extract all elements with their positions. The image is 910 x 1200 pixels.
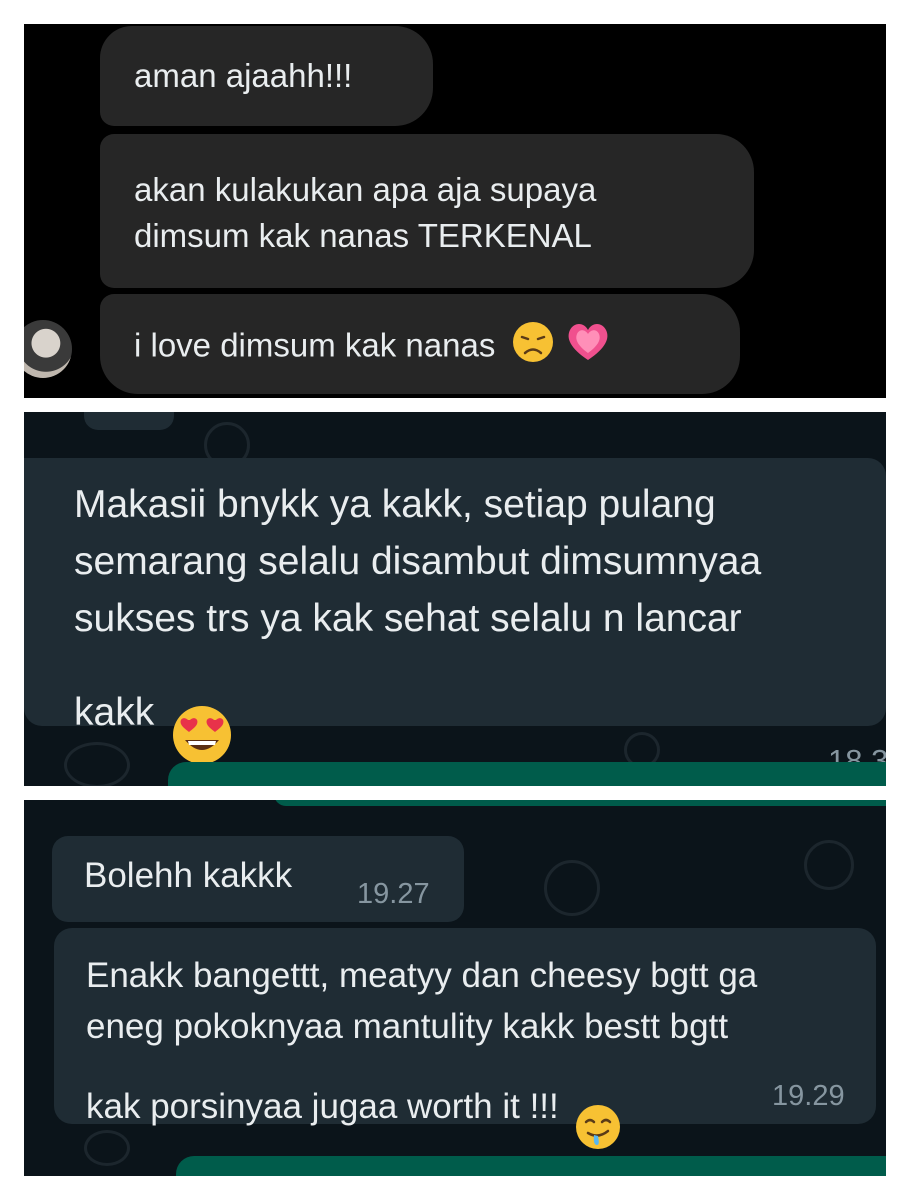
screenshot-panel-2: Makasii bnykk ya kakk, setiap pulang sem… xyxy=(24,412,886,786)
message-bubble[interactable]: i love dimsum kak nanas xyxy=(100,294,740,394)
contact-avatar[interactable] xyxy=(24,320,72,378)
message-text: aman ajaahh!!! xyxy=(134,57,353,94)
disappointed-face-icon xyxy=(511,320,555,376)
screenshot-panel-1: aman ajaahh!!! akan kulakukan apa aja su… xyxy=(24,24,886,398)
message-text: Makasii bnykk ya kakk, setiap pulang sem… xyxy=(74,476,836,782)
message-text: Bolehh kakkk xyxy=(84,856,293,895)
wallpaper-doodle xyxy=(544,860,600,916)
message-bubble[interactable]: Bolehh kakkk 19.27 xyxy=(52,836,464,922)
outgoing-message-bubble[interactable] xyxy=(274,800,886,806)
message-text: akan kulakukan apa aja supaya dimsum kak… xyxy=(134,171,597,254)
growing-heart-icon xyxy=(564,320,612,376)
previous-message-bubble[interactable] xyxy=(84,412,174,430)
wallpaper-doodle xyxy=(804,840,854,890)
message-bubble[interactable]: Makasii bnykk ya kakk, setiap pulang sem… xyxy=(24,458,886,778)
message-timestamp: 19.27 xyxy=(357,878,430,910)
message-text: i love dimsum kak nanas xyxy=(134,326,496,364)
message-bubble[interactable]: aman ajaahh!!! xyxy=(100,26,433,126)
message-timestamp: 19.29 xyxy=(772,1080,845,1112)
screenshot-panel-3: Bolehh kakkk 19.27 Enakk bangettt, meaty… xyxy=(24,800,886,1176)
outgoing-message-bubble[interactable] xyxy=(176,1156,886,1176)
message-bubble[interactable]: Enakk bangettt, meatyy dan cheesy bgtt g… xyxy=(54,928,876,1149)
outgoing-message-bubble[interactable] xyxy=(168,762,886,786)
message-text: Enakk bangettt, meatyy dan cheesy bgtt g… xyxy=(86,950,757,1165)
message-bubble[interactable]: akan kulakukan apa aja supaya dimsum kak… xyxy=(100,134,754,288)
drooling-face-icon xyxy=(574,1052,622,1165)
